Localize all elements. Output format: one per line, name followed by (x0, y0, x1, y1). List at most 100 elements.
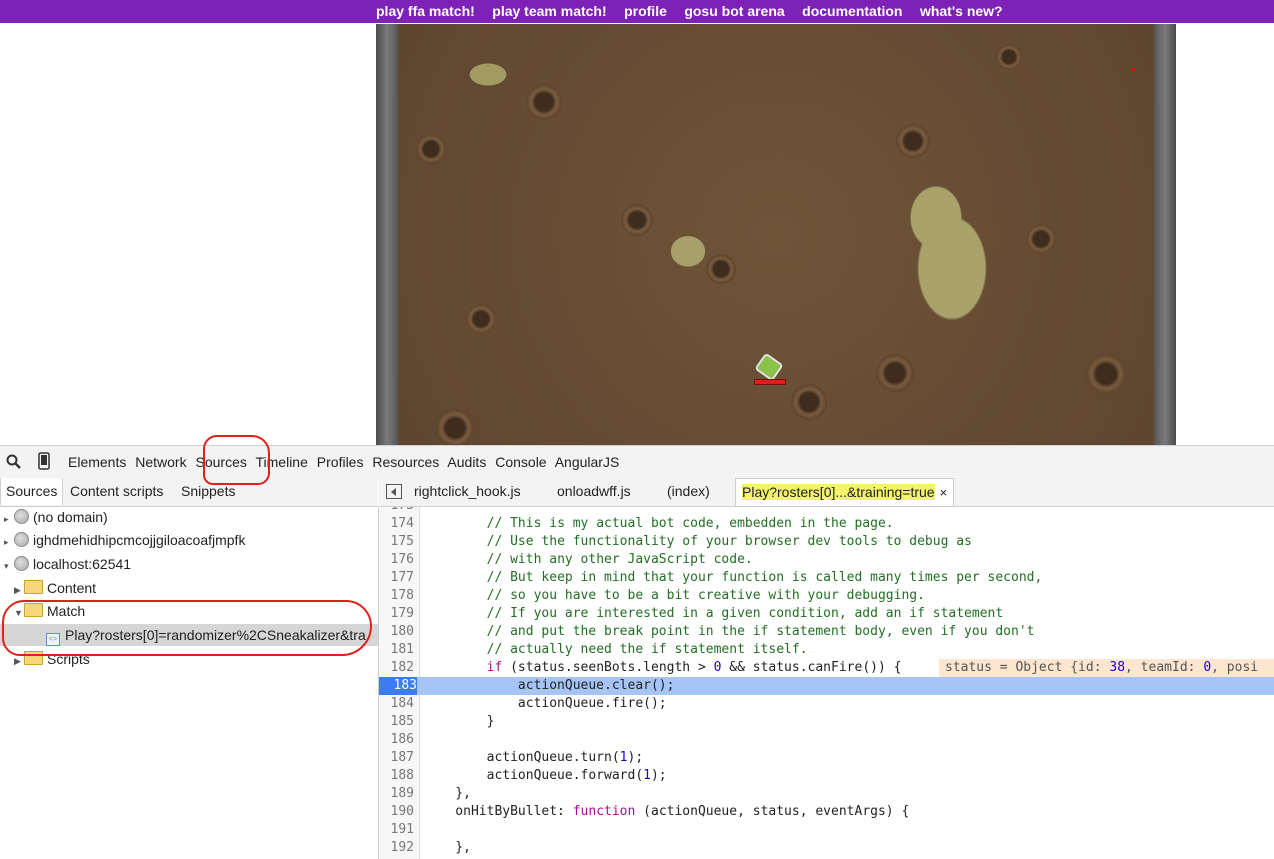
code-line[interactable]: 182 if (status.seenBots.length > 0 && st… (379, 659, 1274, 677)
tab-console[interactable]: Console (495, 454, 546, 470)
editor-tabs: rightclick_hook.js onloadwff.js (index) … (379, 478, 1274, 507)
collapse-arrow-icon[interactable]: ▾ (4, 555, 14, 577)
editor-tab-index[interactable]: (index) (667, 478, 710, 505)
line-number[interactable]: 190 (379, 803, 414, 821)
line-number[interactable]: 184 (379, 695, 414, 713)
line-number[interactable]: 178 (379, 587, 414, 605)
tree-item-localhost[interactable]: ▾ localhost:62541 (4, 553, 131, 575)
nav-link-gosu-bot-arena[interactable]: gosu bot arena (684, 3, 784, 19)
crater (996, 44, 1022, 70)
line-number[interactable]: 183 (379, 677, 417, 695)
game-arena (376, 24, 1176, 445)
line-number[interactable]: 192 (379, 839, 414, 857)
line-number[interactable]: 185 (379, 713, 414, 731)
nav-link-play-ffa[interactable]: play ffa match! (376, 3, 475, 19)
line-number[interactable]: 188 (379, 767, 414, 785)
tab-profiles[interactable]: Profiles (317, 454, 364, 470)
code-line[interactable]: 190 onHitByBullet: function (actionQueue… (379, 803, 1274, 821)
nav-link-profile[interactable]: profile (624, 3, 667, 19)
crater (1086, 354, 1126, 394)
code-text: actionQueue.turn(1); (424, 750, 644, 765)
crater (896, 124, 930, 158)
code-text: }, (424, 786, 471, 801)
code-line[interactable]: 180 // and put the break point in the if… (379, 623, 1274, 641)
close-icon[interactable]: × (940, 485, 948, 500)
code-line[interactable]: 186 (379, 731, 1274, 749)
top-nav-links: play ffa match! play team match! profile… (376, 3, 1016, 21)
code-line[interactable]: 175 // Use the functionality of your bro… (379, 533, 1274, 551)
code-line[interactable]: 185 } (379, 713, 1274, 731)
tree-item-extension[interactable]: ▸ ighdmehidhipcmcojjgiloacoafjmpfk (4, 529, 245, 551)
line-number[interactable]: 176 (379, 551, 414, 569)
folder-icon (24, 580, 43, 594)
code-text: if (status.seenBots.length > 0 && status… (486, 660, 902, 675)
line-number[interactable]: 177 (379, 569, 414, 587)
line-number[interactable]: 173 (379, 507, 414, 515)
code-line[interactable]: 184 actionQueue.fire(); (379, 695, 1274, 713)
crater (621, 204, 653, 236)
code-line[interactable]: 174 // This is my actual bot code, embed… (379, 515, 1274, 533)
crater (466, 304, 496, 334)
code-editor[interactable]: 173174 // This is my actual bot code, em… (379, 507, 1274, 859)
crater (416, 134, 446, 164)
editor-tab-label: Play?rosters[0]...&training=true (742, 484, 935, 500)
device-mode-icon[interactable] (38, 452, 50, 473)
code-line[interactable]: 189 }, (379, 785, 1274, 803)
nav-tab-sources[interactable]: Sources (0, 478, 64, 505)
line-number[interactable]: 191 (379, 821, 414, 839)
code-text: } (424, 714, 495, 729)
code-text: // actually need the if statement itself… (486, 642, 808, 657)
tree-item-no-domain[interactable]: ▸ (no domain) (4, 506, 108, 528)
code-line[interactable]: 178 // so you have to be a bit creative … (379, 587, 1274, 605)
tab-audits[interactable]: Audits (447, 454, 486, 470)
tab-elements[interactable]: Elements (68, 454, 126, 470)
code-text: actionQueue.clear(); (424, 678, 675, 693)
code-line[interactable]: 173 (379, 507, 1274, 515)
code-line[interactable]: 191 (379, 821, 1274, 839)
annotation-sources-tab (203, 435, 270, 485)
editor-tab-play[interactable]: Play?rosters[0]...&training=true × (735, 478, 955, 506)
search-icon[interactable] (6, 454, 21, 472)
line-number[interactable]: 174 (379, 515, 414, 533)
globe-icon (14, 556, 29, 571)
line-number[interactable]: 175 (379, 533, 414, 551)
line-number[interactable]: 187 (379, 749, 414, 767)
code-line[interactable]: 177 // But keep in mind that your functi… (379, 569, 1274, 587)
tab-network[interactable]: Network (135, 454, 186, 470)
line-number[interactable]: 180 (379, 623, 414, 641)
crater (791, 384, 827, 420)
editor-tab-onloadwff[interactable]: onloadwff.js (557, 478, 631, 505)
line-number[interactable]: 189 (379, 785, 414, 803)
bot-icon (754, 352, 784, 382)
enemy-marker (1132, 68, 1135, 71)
code-line[interactable]: 181 // actually need the if statement it… (379, 641, 1274, 659)
code-line[interactable]: 187 actionQueue.turn(1); (379, 749, 1274, 767)
expand-arrow-icon[interactable]: ▸ (4, 508, 14, 530)
nav-link-whats-new[interactable]: what's new? (920, 3, 1003, 19)
tree-item-label: localhost:62541 (33, 556, 132, 572)
tab-resources[interactable]: Resources (372, 454, 439, 470)
code-line[interactable]: 176 // with any other JavaScript code. (379, 551, 1274, 569)
expand-arrow-icon[interactable]: ▶ (14, 579, 24, 601)
toggle-navigator-icon[interactable] (386, 484, 402, 499)
code-line[interactable]: 188 actionQueue.forward(1); (379, 767, 1274, 785)
tree-item-content[interactable]: ▶ Content (14, 577, 96, 599)
code-text: }, (424, 840, 471, 855)
nav-link-documentation[interactable]: documentation (802, 3, 902, 19)
crater (1026, 224, 1056, 254)
expand-arrow-icon[interactable]: ▸ (4, 531, 14, 553)
tree-item-label: (no domain) (33, 509, 108, 525)
code-line[interactable]: 179 // If you are interested in a given … (379, 605, 1274, 623)
nav-link-play-team[interactable]: play team match! (492, 3, 606, 19)
line-number[interactable]: 186 (379, 731, 414, 749)
line-number[interactable]: 182 (379, 659, 414, 677)
line-number[interactable]: 181 (379, 641, 414, 659)
nav-tab-content-scripts[interactable]: Content scripts (65, 478, 168, 505)
paused-code-line[interactable]: 183 actionQueue.clear(); (379, 677, 1274, 695)
crater (436, 409, 474, 445)
source-navigator: ▸ (no domain) ▸ ighdmehidhipcmcojjgiloacoa… (0, 507, 379, 859)
line-number[interactable]: 179 (379, 605, 414, 623)
tab-angularjs[interactable]: AngularJS (555, 454, 620, 470)
code-line[interactable]: 192 }, (379, 839, 1274, 857)
editor-tab-rightclick-hook[interactable]: rightclick_hook.js (414, 478, 521, 505)
